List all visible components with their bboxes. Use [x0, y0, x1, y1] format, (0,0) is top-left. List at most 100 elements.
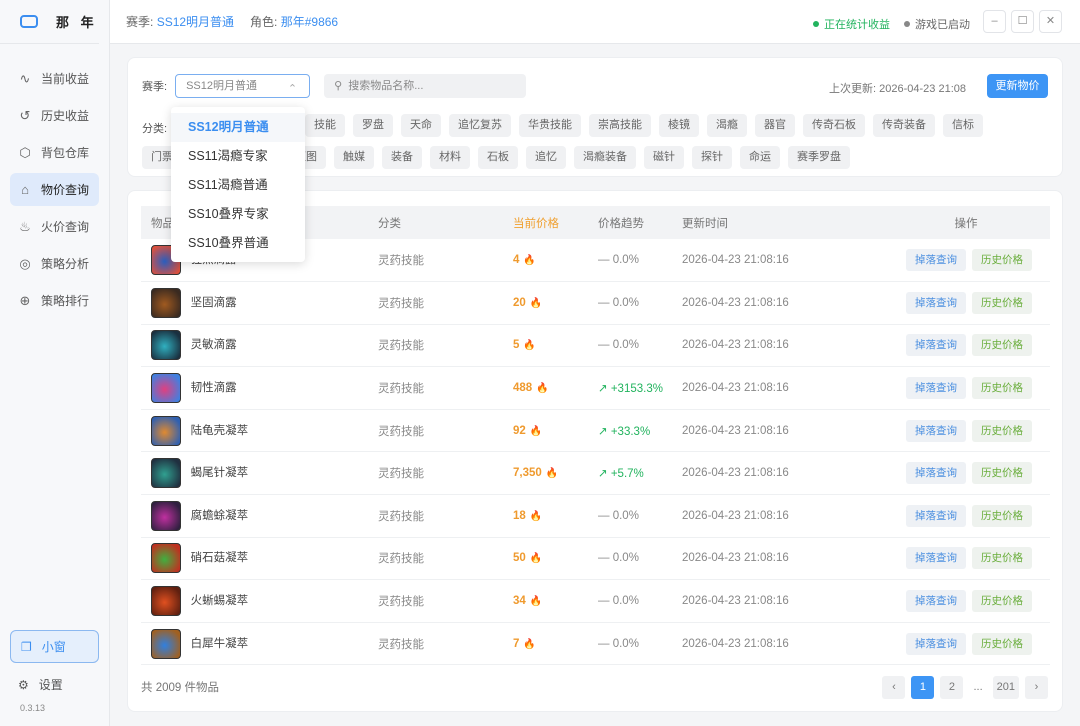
item-update-time: 2026-04-23 21:08:16	[682, 451, 882, 496]
drop-query-button[interactable]: 掉落查询	[906, 249, 966, 272]
sidebar-item-6[interactable]: ⊕ 策略排行	[10, 284, 99, 317]
season-option[interactable]: SS12明月普通	[171, 113, 305, 142]
search-input[interactable]: ⚲ 搜索物品名称...	[324, 74, 527, 98]
category-tag[interactable]: 赛季罗盘	[788, 146, 850, 169]
item-price: 92	[513, 424, 526, 437]
category-tag[interactable]: 天命	[401, 114, 441, 137]
close-button[interactable]: ✕	[1039, 10, 1062, 33]
tag-icon: ⌂	[21, 182, 29, 197]
price-history-button[interactable]: 历史价格	[972, 419, 1032, 442]
category-tag[interactable]: 罗盘	[353, 114, 393, 137]
flame-icon: 🔥	[536, 383, 549, 395]
drop-query-button[interactable]: 掉落查询	[906, 291, 966, 314]
season-option[interactable]: SS11渴瘾专家	[171, 142, 305, 171]
mini-window-button[interactable]: ❐ 小窗	[10, 630, 99, 663]
topbar: 赛季: SS12明月普通 角色: 那年#9866 正在统计收益 游戏已启动 – …	[110, 0, 1080, 44]
drop-query-button[interactable]: 掉落查询	[906, 632, 966, 655]
category-tag[interactable]: 渴瘾装备	[574, 146, 636, 169]
category-tag[interactable]: 触媒	[334, 146, 374, 169]
drop-query-button[interactable]: 掉落查询	[906, 334, 966, 357]
box-icon: ⬡	[19, 144, 31, 160]
price-history-button[interactable]: 历史价格	[972, 547, 1032, 570]
price-history-button[interactable]: 历史价格	[972, 249, 1032, 272]
item-name: 火蜥蜴凝萃	[190, 595, 249, 608]
prev-page-button[interactable]: ‹	[882, 676, 906, 699]
drop-query-button[interactable]: 掉落查询	[906, 419, 966, 442]
item-thumbnail	[151, 543, 181, 574]
sidebar-item-2[interactable]: ⬡ 背包仓库	[10, 136, 99, 169]
category-tag[interactable]: 命运	[740, 146, 780, 169]
price-history-button[interactable]: 历史价格	[972, 590, 1032, 613]
drop-query-button[interactable]: 掉落查询	[906, 547, 966, 570]
category-tag[interactable]: 崇高技能	[589, 114, 651, 137]
item-price: 34	[513, 595, 526, 608]
page-1[interactable]: 1	[911, 676, 935, 699]
item-category: 灵药技能	[378, 239, 513, 283]
drop-query-button[interactable]: 掉落查询	[906, 504, 966, 527]
sidebar-item-4[interactable]: ♨ 火价查询	[10, 210, 99, 243]
drop-query-button[interactable]: 掉落查询	[906, 590, 966, 613]
price-history-button[interactable]: 历史价格	[972, 291, 1032, 314]
price-history-button[interactable]: 历史价格	[972, 632, 1032, 655]
season-select[interactable]: SS12明月普通	[175, 74, 311, 100]
item-name: 硝石菇凝萃	[190, 552, 249, 565]
next-page-button[interactable]: ›	[1025, 676, 1048, 699]
drop-query-button[interactable]: 掉落查询	[906, 377, 966, 400]
brand: 那 年	[0, 0, 99, 44]
copy-icon: ❐	[21, 639, 32, 654]
update-prices-button[interactable]: 更新物价	[987, 74, 1048, 98]
settings-button[interactable]: ⚙ 设置	[18, 676, 63, 693]
item-name: 蝎尾针凝萃	[190, 467, 249, 480]
category-tag[interactable]: 华贵技能	[519, 114, 581, 137]
history-icon: ↺	[19, 107, 31, 123]
col-price[interactable]: 当前价格	[513, 206, 598, 239]
season-option[interactable]: SS11渴瘾普通	[171, 171, 305, 200]
season-option[interactable]: SS10叠界专家	[171, 200, 305, 229]
sidebar-item-5[interactable]: ◎ 策略分析	[10, 247, 99, 280]
last-update: 上次更新: 2026-04-23 21:08	[829, 83, 966, 95]
flame-icon: 🔥	[523, 255, 536, 267]
sidebar-item-0[interactable]: ∿ 当前收益	[10, 62, 99, 95]
tracking-status: 正在统计收益	[813, 16, 890, 32]
trend-flat-icon: —	[598, 509, 610, 522]
item-update-time: 2026-04-23 21:08:16	[682, 494, 882, 538]
category-tag[interactable]: 传奇装备	[873, 114, 935, 137]
category-tag[interactable]: 装备	[382, 146, 422, 169]
maximize-button[interactable]: ☐	[1011, 10, 1034, 33]
activity-icon: ∿	[19, 70, 31, 86]
season-dropdown: SS12明月普通 SS11渴瘾专家 SS11渴瘾普通 SS10叠界专家 SS10叠界普通	[171, 107, 305, 262]
flame-icon: ♨	[19, 218, 31, 234]
page-last[interactable]: 201	[992, 676, 1019, 699]
table-row: 蝎尾针凝萃 灵药技能 7,350 🔥 ↗ +5.7% 2026-04-23 21:…	[141, 451, 1050, 496]
sidebar-item-1[interactable]: ↺ 历史收益	[10, 99, 99, 132]
category-tag[interactable]: 传奇石板	[803, 114, 865, 137]
price-table-panel: 物品 分类 当前价格 价格趋势 更新时间 操作 狂热滴露 灵药技能 4🔥 — 0…	[127, 190, 1063, 712]
category-tag[interactable]: 信标	[943, 114, 983, 137]
season-option[interactable]: SS10叠界普通	[171, 229, 305, 258]
category-tag[interactable]: 材料	[430, 146, 470, 169]
category-tag[interactable]: 磁针	[644, 146, 684, 169]
category-tag[interactable]: 器官	[755, 114, 795, 137]
category-tag[interactable]: 探针	[692, 146, 732, 169]
flame-icon: 🔥	[523, 340, 536, 352]
category-tag[interactable]: 石板	[478, 146, 518, 169]
category-tag[interactable]: 棱镜	[659, 114, 699, 137]
drop-query-button[interactable]: 掉落查询	[906, 462, 966, 485]
season-label: 赛季:	[126, 15, 154, 29]
sidebar-item-label: 策略分析	[41, 257, 90, 271]
item-price: 488	[513, 382, 533, 395]
category-tag[interactable]: 追忆复苏	[449, 114, 511, 137]
page-2[interactable]: 2	[940, 676, 964, 699]
category-tag[interactable]: 技能	[305, 114, 345, 137]
price-history-button[interactable]: 历史价格	[972, 334, 1032, 357]
minimize-button[interactable]: –	[983, 10, 1006, 33]
category-tag[interactable]: 追忆	[526, 146, 566, 169]
item-name: 韧性滴露	[190, 382, 237, 395]
price-history-button[interactable]: 历史价格	[972, 377, 1032, 400]
item-category: 灵药技能	[378, 366, 513, 410]
mini-window-label: 小窗	[41, 640, 66, 654]
price-history-button[interactable]: 历史价格	[972, 504, 1032, 527]
price-history-button[interactable]: 历史价格	[972, 462, 1032, 485]
category-tag[interactable]: 渴瘾	[707, 114, 747, 137]
sidebar-item-3[interactable]: ⌂ 物价查询	[10, 173, 99, 206]
